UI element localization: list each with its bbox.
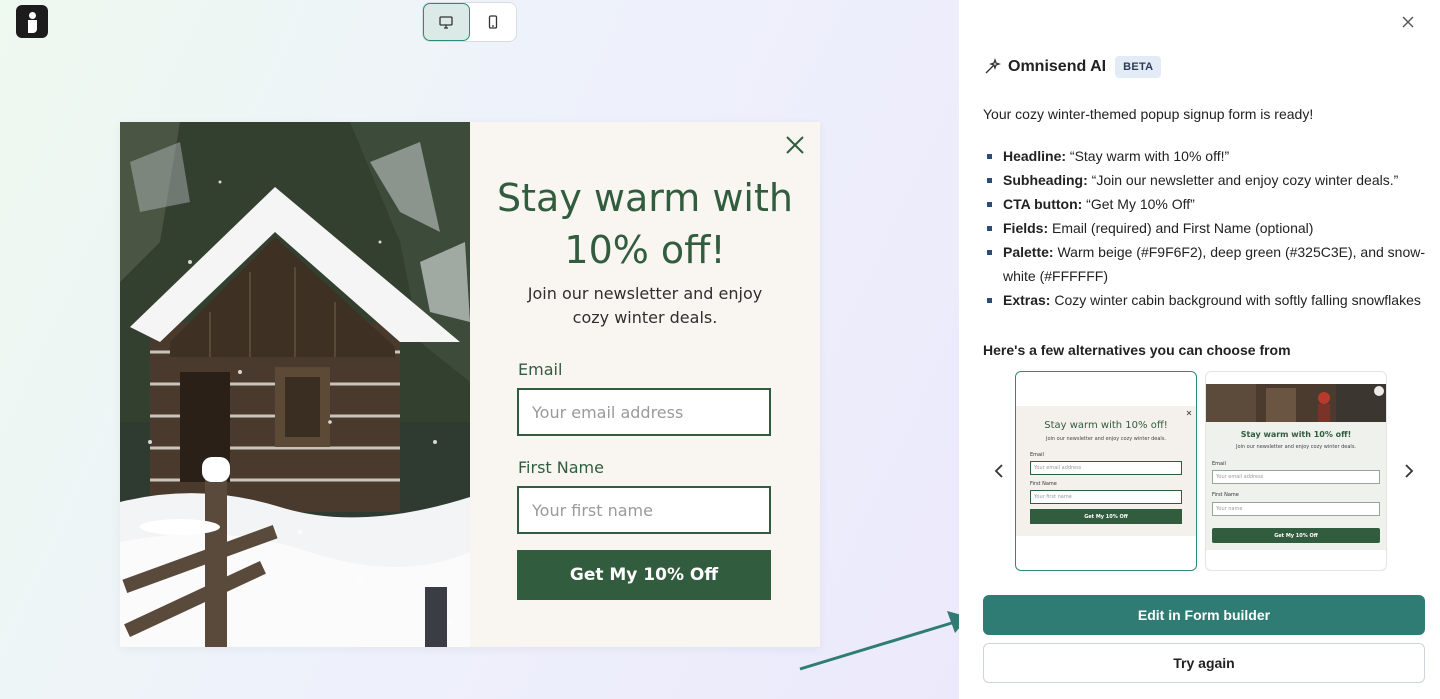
alt-cta: Get My 10% Off: [1030, 509, 1182, 524]
email-label: Email: [518, 360, 563, 379]
winter-cabin-image: [120, 122, 470, 647]
popup-headline: Stay warm with 10% off!: [497, 176, 793, 272]
panel-title: Omnisend AI: [1008, 58, 1107, 75]
try-again-button[interactable]: Try again: [983, 643, 1425, 683]
popup-preview: Stay warm with 10% off! Join our newslet…: [120, 122, 820, 647]
pointer-arrow-icon: [799, 611, 959, 671]
alt-email-field: Your email address: [1212, 470, 1380, 484]
signup-form: Stay warm with 10% off! Join our newslet…: [470, 122, 820, 647]
alt-cta: Get My 10% Off: [1212, 528, 1380, 543]
detail-label: Headline:: [1003, 148, 1067, 164]
intro-text: Your cozy winter-themed popup signup for…: [983, 106, 1314, 122]
alt-name-label: First Name: [1212, 492, 1239, 498]
close-icon[interactable]: [1400, 14, 1416, 30]
list-item: Extras: Cozy winter cabin background wit…: [983, 288, 1429, 312]
email-field[interactable]: Your email address: [517, 388, 771, 436]
alt-subheading: Join our newsletter and enjoy cozy winte…: [1045, 436, 1167, 442]
alt-headline: Stay warm with 10% off!: [1044, 420, 1168, 431]
alt-headline: Stay warm with 10% off!: [1240, 430, 1352, 439]
popup-subheading: Join our newsletter and enjoy cozy winte…: [527, 284, 763, 327]
alt-name-label: First Name: [1030, 481, 1057, 487]
device-toggle: [422, 2, 517, 42]
first-name-label: First Name: [518, 458, 604, 477]
alternative-card[interactable]: Stay warm with 10% off! Join our newslet…: [1015, 371, 1197, 571]
close-icon: [1186, 410, 1192, 416]
beta-badge: BETA: [1115, 56, 1162, 78]
desktop-view-button[interactable]: [423, 3, 470, 41]
mobile-view-button[interactable]: [470, 3, 516, 41]
detail-label: Subheading:: [1003, 172, 1088, 188]
form-details-list: Headline: “Stay warm with 10% off!” Subh…: [983, 144, 1429, 312]
list-item: CTA button: “Get My 10% Off”: [983, 192, 1429, 216]
ai-panel: Omnisend AI BETA Your cozy winter-themed…: [959, 0, 1440, 699]
detail-text: “Join our newsletter and enjoy cozy wint…: [1087, 172, 1399, 188]
chevron-left-icon: [994, 464, 1003, 478]
detail-label: CTA button:: [1003, 196, 1083, 212]
alt-name-field: Your name: [1212, 502, 1380, 516]
alt-name-field: Your first name: [1030, 490, 1182, 504]
preview-canvas: Stay warm with 10% off! Join our newslet…: [0, 0, 959, 699]
list-item: Fields: Email (required) and First Name …: [983, 216, 1429, 240]
alt-email-label: Email: [1212, 461, 1226, 467]
alt-email-field: Your email address: [1030, 461, 1182, 475]
list-item: Headline: “Stay warm with 10% off!”: [983, 144, 1429, 168]
monitor-icon: [439, 16, 453, 29]
sparkle-wand-icon: [985, 58, 1001, 74]
detail-text: “Get My 10% Off”: [1082, 196, 1195, 212]
carousel-prev-button[interactable]: [989, 460, 1009, 482]
alt-subheading: Join our newsletter and enjoy cozy winte…: [1235, 444, 1357, 450]
detail-label: Palette:: [1003, 244, 1054, 260]
alt-email-label: Email: [1030, 452, 1044, 458]
detail-text: Cozy winter cabin background with softly…: [1050, 292, 1421, 308]
alt-form-preview: Stay warm with 10% off! Join our newslet…: [1206, 422, 1386, 550]
close-icon[interactable]: [784, 134, 806, 156]
list-item: Palette: Warm beige (#F9F6F2), deep gree…: [983, 240, 1429, 288]
list-item: Subheading: “Join our newsletter and enj…: [983, 168, 1429, 192]
ai-header: Omnisend AI BETA: [983, 55, 1162, 79]
alt-form-preview: Stay warm with 10% off! Join our newslet…: [1016, 406, 1196, 536]
carousel-next-button[interactable]: [1399, 460, 1419, 482]
chevron-right-icon: [1405, 464, 1414, 478]
winter-photo-image: [1206, 384, 1386, 422]
alternatives-heading: Here's a few alternatives you can choose…: [983, 342, 1291, 358]
smartphone-icon: [488, 15, 497, 29]
omnisend-logo-icon[interactable]: [16, 5, 48, 38]
detail-text: “Stay warm with 10% off!”: [1066, 148, 1230, 164]
detail-text: Email (required) and First Name (optiona…: [1048, 220, 1314, 236]
first-name-field[interactable]: Your first name: [517, 486, 771, 534]
detail-label: Extras:: [1003, 292, 1051, 308]
cta-button[interactable]: Get My 10% Off: [517, 550, 771, 600]
detail-text: Warm beige (#F9F6F2), deep green (#325C3…: [1003, 244, 1426, 284]
detail-label: Fields:: [1003, 220, 1049, 236]
alternative-card[interactable]: Stay warm with 10% off! Join our newslet…: [1205, 371, 1387, 571]
edit-in-form-builder-button[interactable]: Edit in Form builder: [983, 595, 1425, 635]
